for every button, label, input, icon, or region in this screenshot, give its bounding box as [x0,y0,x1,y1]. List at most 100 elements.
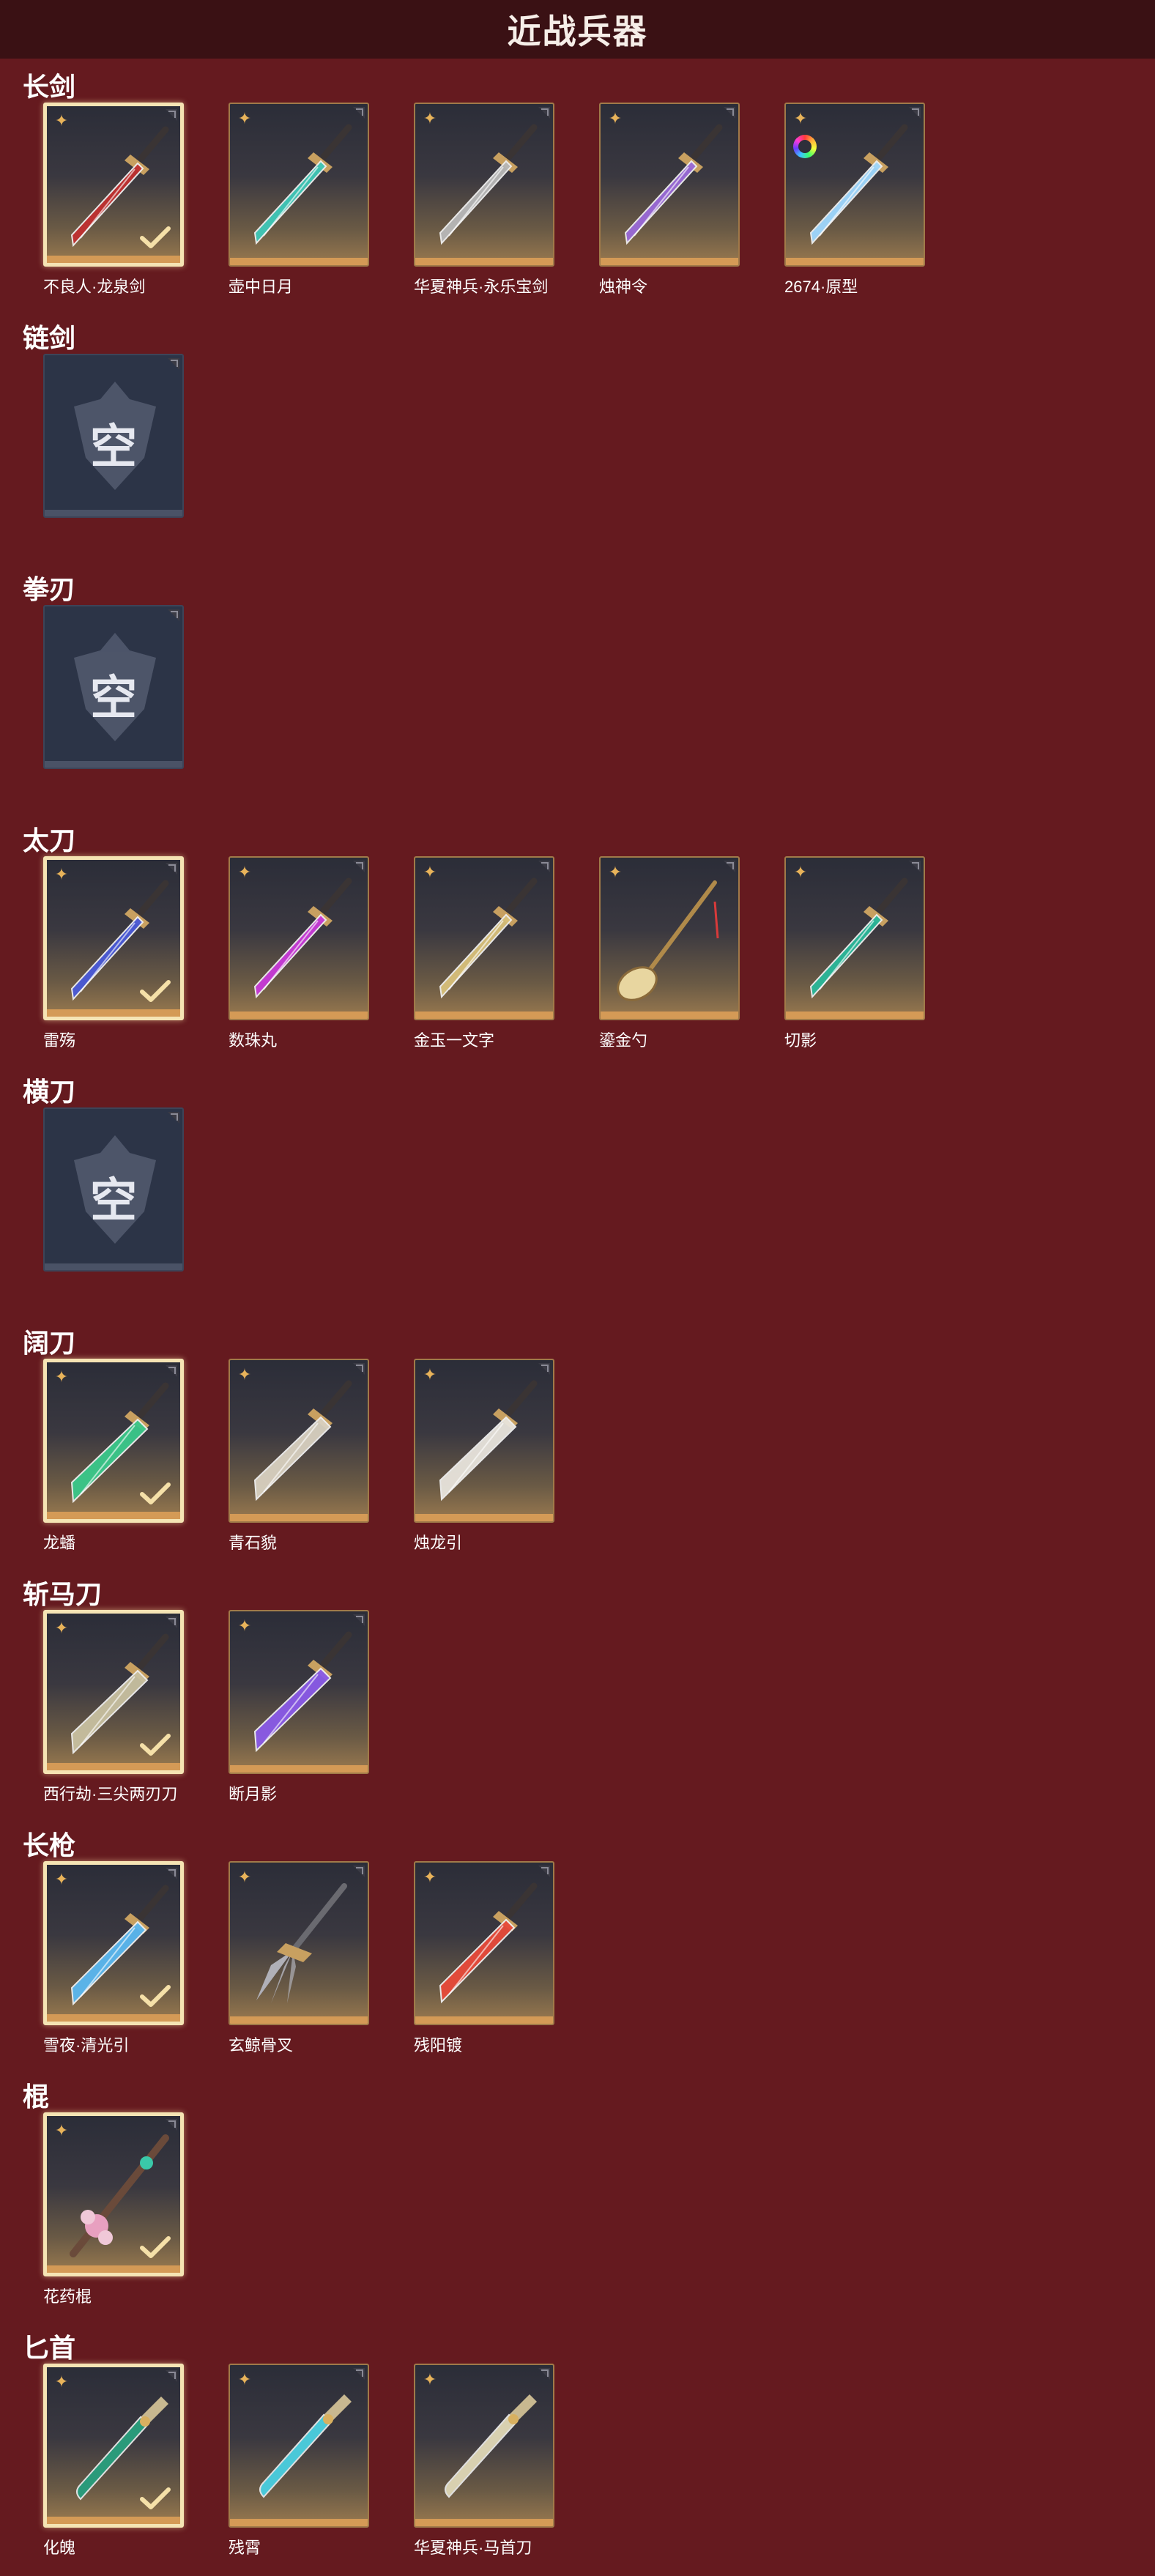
weapon-card[interactable]: ✦ 残阳镀 [414,1861,554,2055]
corner-marker-icon [538,107,550,119]
weapon-name: 雪夜·清光引 [43,2036,130,2055]
weapon-name: 龙蟠 [43,1534,76,1552]
weapon-name: 化魄 [43,2539,76,2557]
weapon-name: 青石貌 [229,1534,278,1552]
weapon-name: 雷殇 [43,1031,76,1050]
category-label: 长枪 [23,1830,76,1860]
weapon-card[interactable]: ✦ 华夏神兵·永乐宝剑 [414,103,554,296]
corner-marker-icon [353,1614,365,1626]
katana-icon [798,872,915,1004]
spoon-icon [612,872,729,1004]
corner-marker-icon [538,1866,550,1877]
category-label: 棍 [23,2082,50,2112]
broadsword-icon [427,1375,544,1507]
corner-marker-icon [166,1617,177,1628]
sword-icon [427,119,544,250]
weapon-card[interactable]: ✦ 烛龙引 [414,1359,554,1552]
weapon-card[interactable]: ✦ 鎏金勺 [599,856,740,1050]
corner-marker-icon [909,861,921,872]
weapon-name: 残阳镀 [414,2036,463,2055]
category-label: 链剑 [23,323,76,353]
weapon-name: 西行劫·三尖两刃刀 [43,1785,178,1803]
sword-icon [798,119,915,250]
weapon-card[interactable]: ✦ 壶中日月 [229,103,369,296]
category-section: 匕首 ✦ 化魄 ✦ 残霄 ✦ 华夏神兵·马首刀 [0,2323,1155,2573]
corner-marker-icon [353,1866,365,1877]
weapon-card[interactable]: ✦ 断月影 [229,1610,369,1803]
dagger-icon [427,2380,544,2512]
equipped-check-icon [140,1734,171,1756]
weapon-card[interactable]: ✦ 切影 [784,856,925,1050]
glaive-icon [242,1626,359,1758]
weapon-card[interactable]: ✦ 华夏神兵·马首刀 [414,2364,554,2557]
weapon-card-frame: ✦ [599,856,740,1020]
empty-slot-label: 空 [90,420,137,475]
weapon-card[interactable]: ✦ 龙蟠 [43,1359,184,1552]
weapon-card-frame: ✦ [414,1861,554,2025]
corner-marker-icon [168,358,179,370]
weapon-name: 华夏神兵·马首刀 [414,2539,532,2557]
category-section: 斩马刀 ✦ 西行劫·三尖两刃刀 ✦ 断月影 [0,1569,1155,1819]
equipped-check-icon [140,2487,171,2509]
weapon-name: 数珠丸 [229,1031,278,1050]
weapon-card-frame: ✦ [414,103,554,267]
corner-marker-icon [168,1112,179,1124]
weapon-card[interactable]: ✦ 金玉一文字 [414,856,554,1050]
empty-weapon-slot[interactable]: 空 [43,605,184,771]
empty-weapon-slot[interactable]: 空 [43,354,184,519]
weapon-card-frame: ✦ [599,103,740,267]
weapon-card[interactable]: ✦ 2674·原型 [784,103,925,296]
broadsword-icon [242,1375,359,1507]
corner-marker-icon [166,2370,177,2382]
corner-marker-icon [909,107,921,119]
weapon-card-frame: ✦ [229,856,369,1020]
weapon-card[interactable]: ✦ 残霄 [229,2364,369,2557]
weapon-card[interactable]: ✦ 花药棍 [43,2112,184,2306]
weapon-card-frame: ✦ [43,103,184,267]
empty-weapon-slot[interactable]: 空 [43,1107,184,1273]
weapon-name: 华夏神兵·永乐宝剑 [414,278,549,296]
corner-marker-icon [724,107,735,119]
katana-icon [242,872,359,1004]
weapon-card[interactable]: ✦ 青石貌 [229,1359,369,1552]
weapon-card-frame: ✦ [414,1359,554,1523]
empty-slot-label: 空 [90,672,137,726]
weapon-card-frame: ✦ [229,103,369,267]
category-label: 太刀 [23,825,76,855]
weapon-name: 花药棍 [43,2287,92,2306]
corner-marker-icon [353,861,365,872]
weapon-card[interactable]: ✦ 数珠丸 [229,856,369,1050]
title-bar: 近战兵器 [0,0,1155,59]
weapon-card-frame: ✦ [43,1610,184,1774]
category-label: 匕首 [23,2333,76,2363]
weapon-card-frame: ✦ [43,856,184,1020]
page-title: 近战兵器 [507,12,648,51]
weapon-card[interactable]: ✦ 化魄 [43,2364,184,2557]
equipped-check-icon [140,2236,171,2258]
category-section: 长枪 ✦ 雪夜·清光引 ✦ 玄鲸骨叉 ✦ 残阳镀 [0,1820,1155,2071]
weapon-card[interactable]: ✦ 雪夜·清光引 [43,1861,184,2055]
weapon-name: 不良人·龙泉剑 [43,278,146,296]
weapon-card-frame: 空 [43,605,184,769]
weapon-name: 金玉一文字 [414,1031,495,1050]
category-section: 链剑空 [0,313,1155,563]
corner-marker-icon [166,863,177,875]
category-section: 拳刃空 [0,564,1155,814]
weapon-card[interactable]: ✦ 雷殇 [43,856,184,1050]
category-label: 长剑 [23,72,76,102]
corner-marker-icon [353,107,365,119]
sword-icon [242,119,359,250]
weapon-card[interactable]: ✦ 烛神令 [599,103,740,296]
weapon-card-frame: ✦ [784,856,925,1020]
equipped-check-icon [140,226,171,248]
weapon-card-frame: 空 [43,1107,184,1272]
weapon-card[interactable]: ✦ 不良人·龙泉剑 [43,103,184,296]
corner-marker-icon [353,2368,365,2380]
weapon-card[interactable]: ✦ 玄鲸骨叉 [229,1861,369,2055]
corner-marker-icon [166,1868,177,1879]
corner-marker-icon [538,861,550,872]
corner-marker-icon [353,1363,365,1375]
dagger-icon [242,2380,359,2512]
category-label: 拳刃 [23,574,76,604]
weapon-card[interactable]: ✦ 西行劫·三尖两刃刀 [43,1610,184,1803]
